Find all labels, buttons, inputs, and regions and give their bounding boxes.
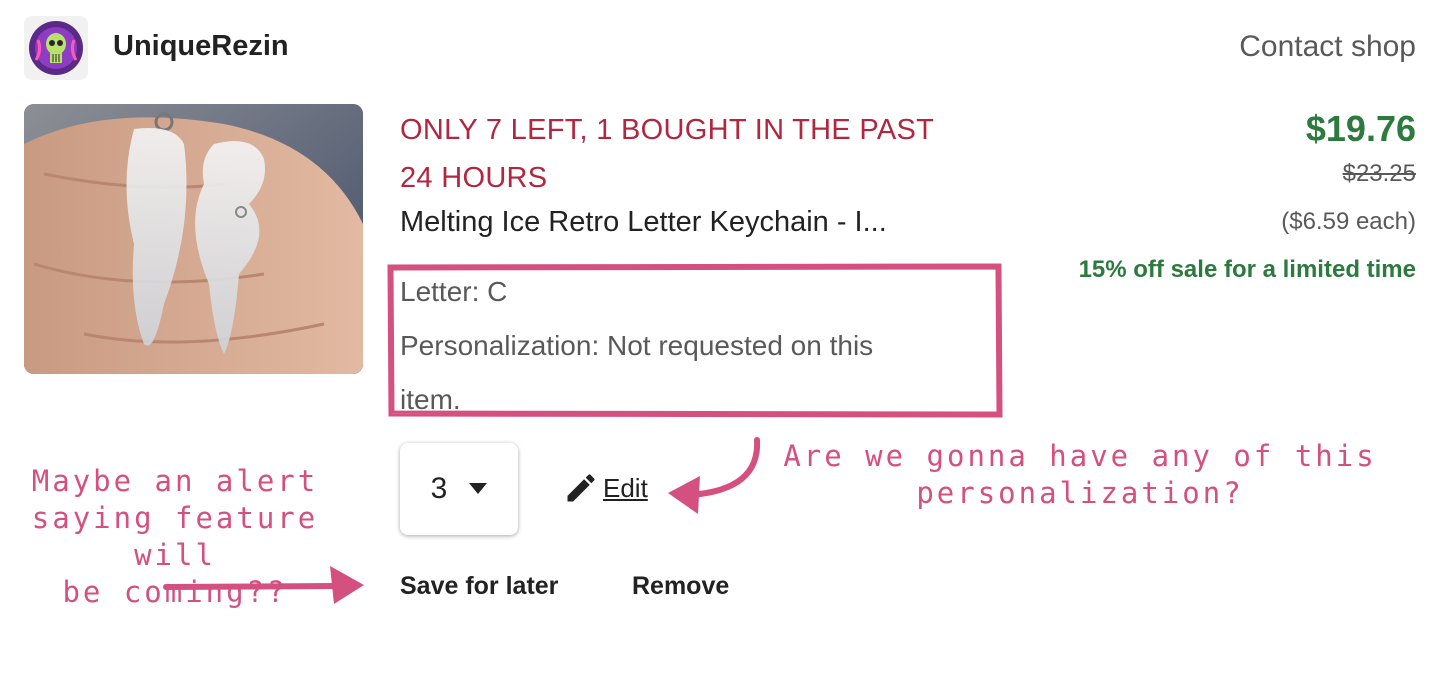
annotation-curved-arrow [687,437,761,498]
annotation-left-line1: Maybe an alert [31,464,319,498]
annotation-left-line3: be coming?? [62,575,288,609]
annotation-right-line1: Are we gonna have any of this [783,439,1377,473]
annotation-curved-arrowhead [668,476,700,514]
annotation-right-line2: personalization? [916,476,1244,510]
annotation-highlight-box [387,263,1003,418]
annotation-right: Are we gonna have any of this personaliz… [780,438,1380,512]
annotation-left-line2: saying feature will [31,501,319,572]
annotation-left: Maybe an alert saying feature will be co… [0,463,350,611]
